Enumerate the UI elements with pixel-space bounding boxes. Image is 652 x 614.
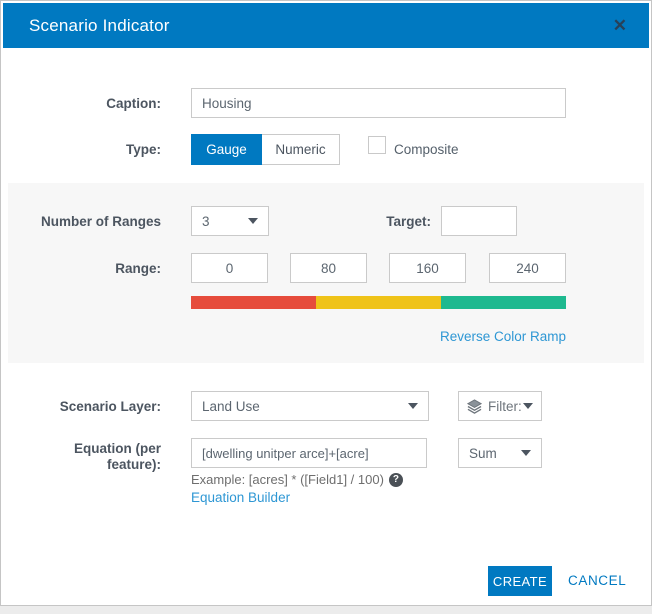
help-icon[interactable]: ? <box>389 473 403 487</box>
layers-icon <box>467 399 482 414</box>
equation-label: Equation (per feature): <box>1 441 161 473</box>
cancel-button[interactable]: CANCEL <box>568 573 626 588</box>
scenario-layer-label: Scenario Layer: <box>1 399 161 414</box>
dialog-title: Scenario Indicator <box>3 16 170 36</box>
aggregation-value: Sum <box>469 446 521 461</box>
equation-example-text: Example: [acres] * ([Field1] / 100) <box>191 472 384 487</box>
composite-label: Composite <box>394 142 459 157</box>
color-ramp <box>191 296 566 309</box>
color-ramp-yellow <box>316 296 441 309</box>
range-input-4[interactable] <box>489 253 566 283</box>
caption-label: Caption: <box>1 96 161 111</box>
range-label: Range: <box>1 261 161 276</box>
number-of-ranges-label: Number of Ranges <box>1 214 161 229</box>
target-input[interactable] <box>441 206 517 236</box>
aggregation-dropdown[interactable]: Sum <box>458 438 542 468</box>
chevron-down-icon <box>408 403 418 409</box>
scenario-layer-value: Land Use <box>202 399 408 414</box>
filter-button[interactable]: Filter: <box>458 391 542 421</box>
range-input-3[interactable] <box>389 253 466 283</box>
create-button[interactable]: CREATE <box>488 566 552 596</box>
range-input-1[interactable] <box>191 253 268 283</box>
equation-builder-link[interactable]: Equation Builder <box>191 490 290 505</box>
filter-label: Filter: <box>488 399 523 414</box>
target-label: Target: <box>271 214 431 229</box>
dialog-header: Scenario Indicator ✕ <box>3 3 649 48</box>
equation-label-line1: Equation (per <box>1 441 161 457</box>
number-of-ranges-dropdown[interactable]: 3 <box>191 206 269 236</box>
equation-example-row: Example: [acres] * ([Field1] / 100) ? <box>191 472 403 487</box>
scenario-layer-dropdown[interactable]: Land Use <box>191 391 429 421</box>
close-icon[interactable]: ✕ <box>607 3 633 48</box>
caption-input[interactable] <box>191 88 566 118</box>
composite-checkbox[interactable] <box>368 136 386 154</box>
number-of-ranges-value: 3 <box>202 214 248 229</box>
equation-label-line2: feature): <box>1 457 161 473</box>
color-ramp-green <box>441 296 566 309</box>
type-label: Type: <box>1 142 161 157</box>
color-ramp-red <box>191 296 316 309</box>
range-input-2[interactable] <box>290 253 367 283</box>
chevron-down-icon <box>523 403 533 409</box>
type-numeric-button[interactable]: Numeric <box>262 134 340 165</box>
chevron-down-icon <box>248 218 258 224</box>
equation-input[interactable] <box>191 438 427 468</box>
reverse-color-ramp-link[interactable]: Reverse Color Ramp <box>191 329 566 344</box>
scenario-indicator-dialog: Scenario Indicator ✕ Caption: Type: Gaug… <box>0 0 652 606</box>
chevron-down-icon <box>521 450 531 456</box>
type-gauge-button[interactable]: Gauge <box>191 134 262 165</box>
